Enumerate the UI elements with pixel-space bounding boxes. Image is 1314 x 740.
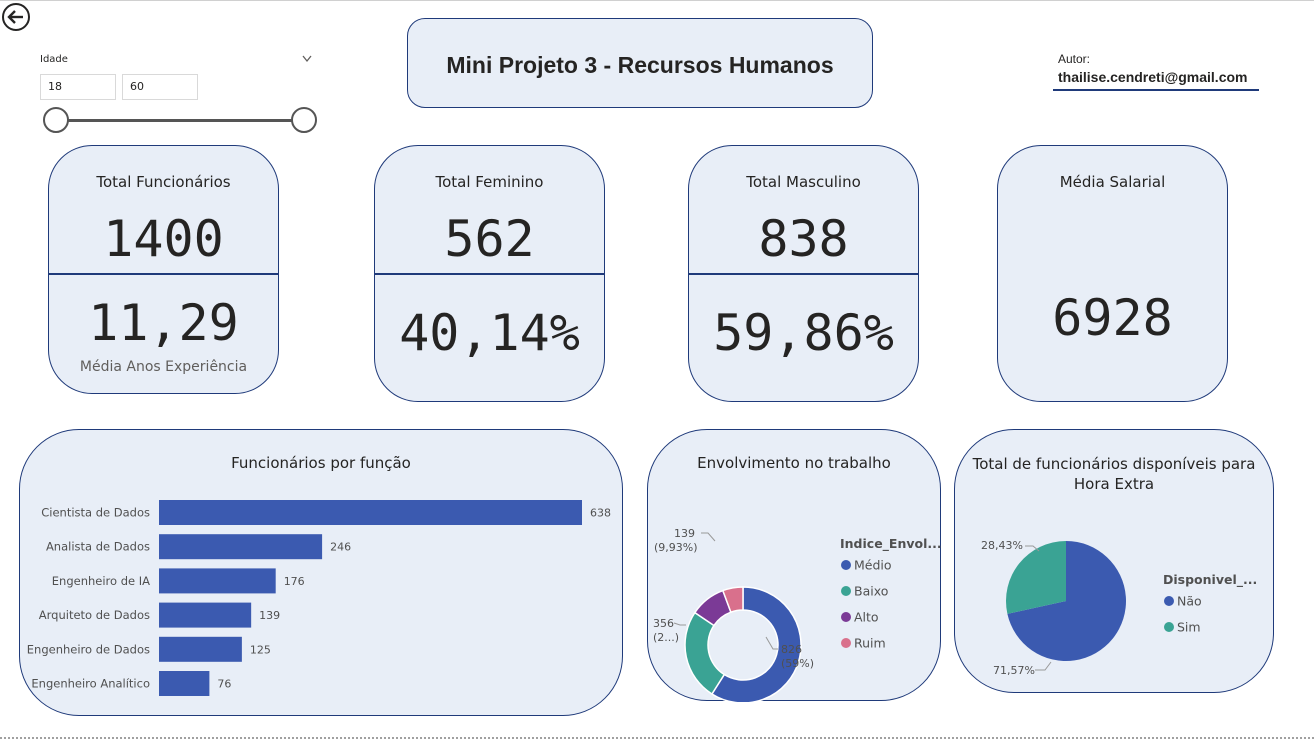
leader-line — [673, 622, 686, 626]
kpi-divider — [49, 273, 278, 275]
kpi-divider — [375, 273, 604, 275]
leader-line — [701, 532, 716, 542]
kpi-value: 562 — [444, 210, 535, 268]
bar-chart: Cientista de Dados 638 Analista de Dados 24… — [27, 500, 611, 696]
author-underline — [1053, 89, 1259, 91]
donut-slice[interactable] — [684, 611, 726, 696]
kpi-sub-label: Média Anos Experiência — [79, 359, 248, 375]
data-label: 76 — [217, 678, 231, 691]
kpi-value: 1400 — [103, 210, 224, 268]
kpi-value: 838 — [758, 210, 849, 268]
data-label: 176 — [284, 575, 305, 588]
legend-item[interactable]: Baixo — [854, 584, 888, 599]
data-label: (9,93%) — [654, 541, 698, 554]
legend-title: Disponivel_... — [1163, 572, 1257, 588]
category-label: Engenheiro de Dados — [27, 642, 150, 656]
category-label: Engenheiro Analítico — [31, 677, 150, 691]
slider-max-handle[interactable] — [291, 107, 317, 133]
slider-min-handle[interactable] — [43, 107, 69, 133]
kpi-divider — [689, 273, 918, 275]
legend-dot — [841, 586, 851, 596]
kpi-sub-value: 11,29 — [88, 294, 239, 352]
author-label: Autor: — [1058, 52, 1091, 66]
data-label: 139 — [259, 609, 280, 622]
slider-track — [56, 119, 304, 122]
kpi-card-total-masculino: Total Masculino 838 59,86% — [688, 145, 919, 402]
kpi-sub-value: 40,14% — [399, 304, 580, 362]
category-label: Engenheiro de IA — [52, 574, 150, 588]
kpi-title: Total Masculino — [746, 173, 861, 191]
legend-dot — [841, 638, 851, 648]
legend-item[interactable]: Médio — [854, 558, 892, 573]
kpi-value: 6928 — [1052, 289, 1173, 347]
page-title: Mini Projeto 3 - Recursos Humanos — [446, 52, 834, 78]
bar[interactable] — [159, 636, 242, 662]
legend-title: Indice_Envol... — [840, 536, 942, 552]
back-button[interactable] — [2, 3, 30, 31]
bar[interactable] — [159, 500, 582, 525]
legend-item[interactable]: Ruim — [854, 636, 886, 651]
data-label: 139 — [674, 527, 695, 540]
slicer-label: Idade — [40, 54, 68, 65]
leader-line — [1035, 661, 1052, 671]
category-label: Arquiteto de Dados — [39, 608, 150, 622]
legend-dot — [841, 560, 851, 570]
pie-chart-card: Total de funcionários disponíveis para H… — [954, 429, 1274, 693]
pie-chart: 28,43% 71,57% Disponivel_... Não Sim — [981, 539, 1257, 677]
kpi-card-total-funcionarios: Total Funcionários 1400 11,29 Média Anos… — [48, 145, 279, 394]
category-label: Cientista de Dados — [41, 506, 150, 520]
data-label: (59%) — [781, 657, 814, 670]
arrow-left-icon — [7, 10, 23, 24]
data-label: 28,43% — [981, 539, 1023, 552]
bar[interactable] — [159, 671, 210, 696]
top-border — [0, 0, 1314, 1]
legend-item[interactable]: Não — [1177, 594, 1202, 609]
bar[interactable] — [159, 534, 323, 560]
chevron-down-icon[interactable] — [301, 54, 313, 64]
donut-chart: 826(59%) 356(2...) 139(9,93%) Indice_Envol.… — [653, 527, 942, 702]
data-label: 638 — [590, 507, 611, 520]
title-box: Mini Projeto 3 - Recursos Humanos — [407, 18, 873, 108]
bar[interactable] — [159, 568, 276, 594]
kpi-title: Total Feminino — [435, 173, 544, 191]
data-label: 826 — [781, 643, 802, 656]
legend-dot — [1164, 596, 1174, 606]
data-label: 125 — [250, 643, 271, 656]
bottom-dotted-border — [0, 737, 1314, 739]
age-min-input[interactable]: 18 — [40, 74, 116, 100]
kpi-title: Total Funcionários — [96, 173, 231, 191]
leader-line — [765, 636, 778, 650]
category-label: Analista de Dados — [46, 540, 150, 554]
author-email: thailise.cendreti@gmail.com — [1058, 69, 1248, 85]
kpi-card-media-salarial: Média Salarial 6928 — [997, 145, 1228, 402]
data-label: 246 — [330, 541, 351, 554]
data-label: 356 — [653, 617, 674, 630]
legend-dot — [841, 612, 851, 622]
data-label: (2...) — [653, 631, 679, 644]
data-label: 71,57% — [993, 664, 1035, 677]
kpi-title: Média Salarial — [1059, 173, 1166, 191]
age-max-input[interactable]: 60 — [122, 74, 198, 100]
bar-chart-card: Funcionários por função Cientista de Dad… — [19, 429, 623, 716]
legend-item[interactable]: Alto — [854, 610, 879, 625]
bar[interactable] — [159, 602, 252, 628]
legend-item[interactable]: Sim — [1177, 620, 1201, 635]
kpi-sub-value: 59,86% — [713, 304, 894, 362]
legend-dot — [1164, 622, 1174, 632]
donut-chart-card: Envolvimento no trabalho 826 (59%) 356 (2..… — [647, 429, 942, 702]
kpi-card-total-feminino: Total Feminino 562 40,14% — [374, 145, 605, 402]
